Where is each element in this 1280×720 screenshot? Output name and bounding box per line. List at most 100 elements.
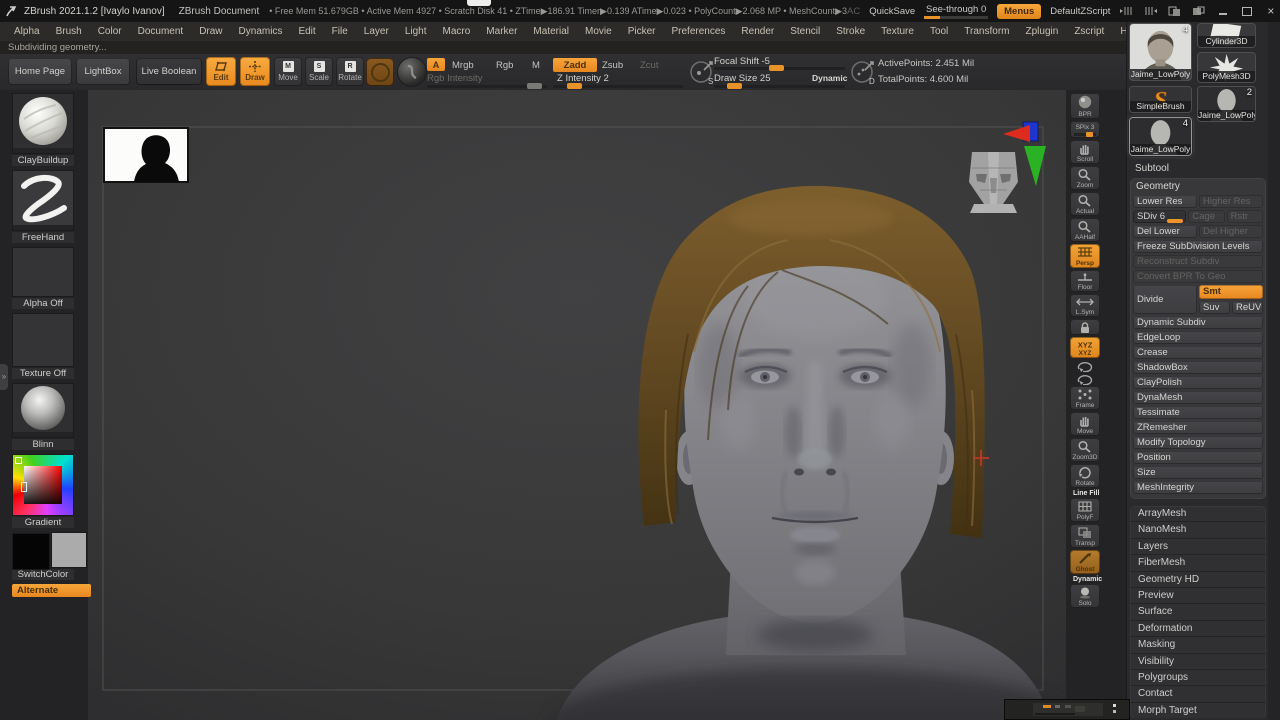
menu-marker[interactable]: Marker: [478, 26, 525, 37]
shelf-solo-button[interactable]: Solo: [1070, 584, 1100, 608]
smt-toggle[interactable]: Smt: [1199, 285, 1263, 299]
divider-store-icon[interactable]: [1167, 4, 1182, 18]
menu-file[interactable]: File: [324, 26, 356, 37]
shelf-floor-button[interactable]: Floor: [1070, 270, 1100, 292]
alternate-button[interactable]: Alternate: [12, 584, 91, 597]
section-arraymesh[interactable]: ArrayMesh: [1130, 506, 1266, 522]
claypolish-button[interactable]: ClayPolish: [1133, 376, 1263, 389]
secondary-color-swatch[interactable]: [51, 532, 87, 568]
section-visibility[interactable]: Visibility: [1130, 654, 1266, 670]
shadowbox-button[interactable]: ShadowBox: [1133, 361, 1263, 374]
section-masking[interactable]: Masking: [1130, 637, 1266, 653]
see-through-slider[interactable]: See-through 0: [924, 4, 988, 19]
section-layers[interactable]: Layers: [1130, 539, 1266, 555]
home-page-button[interactable]: Home Page: [8, 58, 72, 85]
modify-topology-button[interactable]: Modify Topology: [1133, 436, 1263, 449]
menu-texture[interactable]: Texture: [873, 26, 922, 37]
main-color-swatch[interactable]: [12, 533, 50, 570]
panel-scrollbar[interactable]: [1268, 22, 1280, 720]
menu-transform[interactable]: Transform: [956, 26, 1017, 37]
size-button[interactable]: Size: [1133, 466, 1263, 479]
menu-layer[interactable]: Layer: [356, 26, 397, 37]
zadd-button[interactable]: Zadd: [553, 58, 597, 72]
menu-picker[interactable]: Picker: [620, 26, 664, 37]
divide-button[interactable]: Divide: [1133, 285, 1197, 314]
tray-item-texture-off[interactable]: Texture Off: [12, 313, 74, 379]
shelf-polyf-button[interactable]: PolyF: [1070, 498, 1100, 522]
tool-thumbnail-jaime-lowpoly[interactable]: Jaime_LowPoly4: [1129, 117, 1192, 156]
sdiv-handle[interactable]: [1167, 219, 1183, 223]
section-contact[interactable]: Contact: [1130, 686, 1266, 702]
shelf-orbit-button[interactable]: [1070, 360, 1100, 372]
focal-shift-slider[interactable]: [714, 67, 845, 70]
tray-item-claybuildup[interactable]: ClayBuildup: [12, 93, 74, 166]
section-nanomesh[interactable]: NanoMesh: [1130, 522, 1266, 538]
divider-restore-icon[interactable]: [1191, 4, 1206, 18]
shelf-lock-button[interactable]: [1070, 319, 1100, 335]
tray-item-blinn[interactable]: Blinn: [12, 383, 74, 450]
rgb-button[interactable]: Rgb: [496, 60, 513, 71]
shelf-frame-button[interactable]: Frame: [1070, 386, 1100, 410]
scale-button[interactable]: S Scale: [305, 57, 333, 86]
lower-res-button[interactable]: Lower Res: [1133, 195, 1197, 208]
tray-item-switchcolor[interactable]: SwitchColor: [12, 532, 74, 580]
menu-document[interactable]: Document: [130, 26, 192, 37]
rgb-intensity-slider[interactable]: [427, 85, 547, 88]
menu-stroke[interactable]: Stroke: [828, 26, 873, 37]
menu-zscript[interactable]: Zscript: [1066, 26, 1112, 37]
menus-button[interactable]: Menus: [997, 4, 1041, 19]
section-fibermesh[interactable]: FiberMesh: [1130, 555, 1266, 571]
rgb-adjust-button[interactable]: A: [427, 58, 445, 71]
blinn-thumbnail[interactable]: [12, 383, 74, 438]
shelf-zoom3d-button[interactable]: Zoom3D: [1070, 438, 1100, 462]
shelf-xyz-button[interactable]: XYZXYZ: [1070, 337, 1100, 358]
quicksave-button[interactable]: QuickSave: [869, 6, 915, 17]
shelf-l-sym-button[interactable]: L.Sym: [1070, 294, 1100, 317]
right-tray-toggle-icon[interactable]: [1143, 4, 1158, 18]
current-material-button[interactable]: [398, 58, 426, 86]
shelf-spix-3-button[interactable]: SPix 3: [1070, 121, 1100, 138]
shelf-ghost-button[interactable]: Ghost: [1070, 550, 1100, 574]
menu-render[interactable]: Render: [733, 26, 782, 37]
position-button[interactable]: Position: [1133, 451, 1263, 464]
minimize-button[interactable]: [1215, 4, 1230, 18]
menu-macro[interactable]: Macro: [435, 26, 479, 37]
del-lower-button[interactable]: Del Lower: [1133, 225, 1197, 238]
shelf-actual-button[interactable]: Actual: [1070, 192, 1100, 216]
section-surface[interactable]: Surface: [1130, 604, 1266, 620]
titlebar-drag-tab[interactable]: [467, 0, 491, 6]
shelf-persp-button[interactable]: Persp: [1070, 244, 1100, 268]
menu-edit[interactable]: Edit: [290, 26, 323, 37]
spix-slider[interactable]: [1074, 133, 1096, 136]
default-zscript-button[interactable]: DefaultZScript: [1050, 6, 1110, 17]
left-tray-toggle-icon[interactable]: [1119, 4, 1134, 18]
zsub-button[interactable]: Zsub: [602, 60, 623, 71]
shelf-aahalf-button[interactable]: AAHalf: [1070, 218, 1100, 242]
see-through-track[interactable]: [924, 16, 988, 19]
live-boolean-button[interactable]: Live Boolean: [136, 58, 202, 85]
draw-button[interactable]: Draw: [240, 57, 270, 86]
color-picker[interactable]: [12, 454, 74, 516]
section-preview[interactable]: Preview: [1130, 588, 1266, 604]
tool-thumbnail-jaime-lowpoly[interactable]: Jaime_LowPoly4: [1129, 23, 1192, 81]
shelf-rotate-button[interactable]: Rotate: [1070, 464, 1100, 488]
tray-item-alpha-off[interactable]: Alpha Off: [12, 247, 74, 309]
freehand-thumbnail[interactable]: [12, 170, 74, 231]
texture-off-thumbnail[interactable]: [12, 313, 74, 367]
freeze-subdivision-button[interactable]: Freeze SubDivision Levels: [1133, 240, 1263, 253]
shelf-scroll-button[interactable]: Scroll: [1070, 140, 1100, 164]
menu-tool[interactable]: Tool: [922, 26, 956, 37]
claybuildup-thumbnail[interactable]: [12, 93, 74, 154]
menu-dynamics[interactable]: Dynamics: [231, 26, 291, 37]
tool-thumbnail-cylinder3d[interactable]: Cylinder3D: [1197, 23, 1256, 48]
menu-movie[interactable]: Movie: [577, 26, 620, 37]
tray-item-alternate[interactable]: Alternate: [12, 584, 74, 597]
tray-item-freehand[interactable]: FreeHand: [12, 170, 74, 243]
dynamic-subdiv-button[interactable]: Dynamic Subdiv: [1133, 316, 1263, 329]
tool-thumbnail-simplebrush[interactable]: SSimpleBrush: [1129, 86, 1192, 113]
move-button[interactable]: M Move: [274, 57, 302, 86]
edit-button[interactable]: Edit: [206, 57, 236, 86]
rotate-button[interactable]: R Rotate: [336, 57, 364, 86]
menu-draw[interactable]: Draw: [191, 26, 230, 37]
z-intensity-slider[interactable]: [553, 85, 683, 88]
